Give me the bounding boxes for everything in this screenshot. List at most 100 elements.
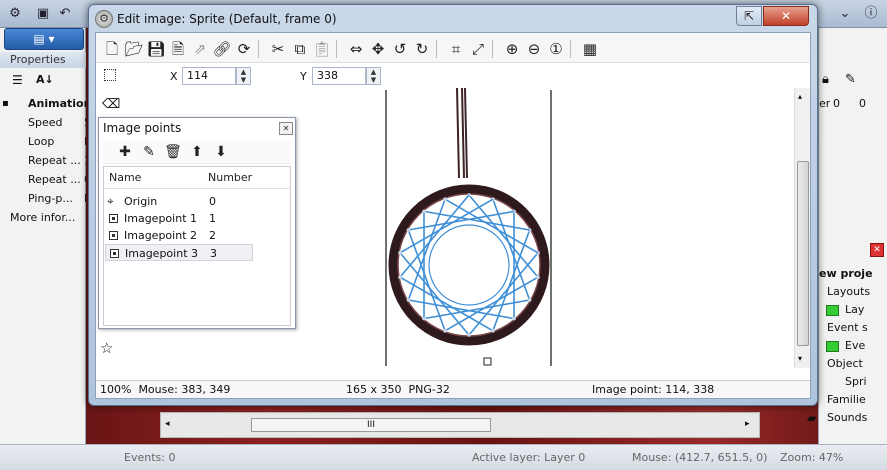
list-item[interactable]: Imagepoint 3 3: [105, 244, 253, 261]
scroll-left-icon[interactable]: ◂: [165, 419, 170, 429]
list-item[interactable]: Imagepoint 2 2: [105, 227, 253, 244]
scroll-thumb[interactable]: [797, 161, 809, 346]
crop-icon[interactable]: ⌗: [446, 39, 466, 59]
chevron-down-icon[interactable]: ⌄: [836, 5, 854, 23]
layer-value: 0: [833, 97, 840, 110]
scroll-down-icon[interactable]: ▾: [798, 354, 802, 363]
restore-button[interactable]: ⇱: [736, 6, 762, 26]
web-bead: [406, 228, 411, 232]
info-icon[interactable]: ⓘ: [862, 5, 880, 23]
tree-item-layouts[interactable]: Layouts: [827, 285, 870, 298]
x-input[interactable]: 114: [182, 67, 236, 85]
project-header: ew proje: [819, 267, 873, 280]
zoom-in-icon[interactable]: ⊕: [502, 39, 522, 59]
property-value: N: [84, 132, 86, 151]
more-info-label: More infor...: [10, 211, 76, 224]
y-label: Y: [300, 70, 307, 83]
close-icon: ✕: [282, 124, 290, 133]
panel-close-button[interactable]: ✕: [279, 122, 293, 135]
open-folder-icon[interactable]: 📂︎: [124, 39, 144, 59]
flip-vertical-icon[interactable]: ✥: [368, 39, 388, 59]
web-bead: [491, 328, 495, 333]
ide-right-panel: 🔒︎ ✎ er 0 0 ew proje Layouts Lay Event s…: [807, 28, 887, 444]
property-row[interactable]: Repeat ... 1: [0, 151, 86, 170]
refresh-icon[interactable]: ⟳: [234, 39, 254, 59]
layout-menu-button[interactable]: ▤ ▾: [4, 28, 84, 50]
close-button[interactable]: ✕: [763, 6, 809, 26]
y-value: 338: [317, 69, 338, 82]
lock-icon[interactable]: 🔒︎: [822, 72, 829, 87]
status-zoom-mouse: 100% Mouse: 383, 349: [100, 383, 231, 396]
eraser-icon[interactable]: ⌫: [102, 97, 120, 112]
property-row[interactable]: Ping-p... N: [0, 189, 86, 208]
move-up-icon[interactable]: ⬆: [187, 142, 207, 162]
add-point-icon[interactable]: ✚: [115, 142, 135, 162]
property-row[interactable]: Loop N: [0, 132, 86, 151]
web-bead: [527, 298, 532, 302]
pencil-icon[interactable]: ✎: [845, 72, 856, 87]
save-icon[interactable]: 💾︎: [146, 39, 166, 59]
save-icon[interactable]: ▣: [34, 5, 52, 23]
background-grid-icon[interactable]: ▦: [580, 39, 600, 59]
image-canvas[interactable]: [376, 87, 792, 368]
tree-item-object-types[interactable]: Object: [827, 357, 863, 370]
save-as-icon[interactable]: 🗎: [168, 39, 188, 59]
collapse-icon[interactable]: ▪: [2, 94, 9, 113]
delete-point-icon[interactable]: 🗑︎: [163, 142, 183, 162]
list-item[interactable]: Imagepoint 1 1: [105, 210, 253, 227]
property-label: Repeat ...: [28, 173, 81, 186]
property-label: Repeat ...: [28, 154, 81, 167]
resize-icon[interactable]: ⤢: [468, 39, 488, 59]
export-icon[interactable]: ⇗: [190, 39, 210, 59]
property-row[interactable]: Speed 5: [0, 113, 86, 132]
web-bead: [467, 333, 471, 337]
list-item[interactable]: ⌖ Origin 0: [105, 193, 253, 210]
canvas-vertical-scrollbar[interactable]: ▴ ▾: [794, 88, 810, 368]
tree-item-event-sheets[interactable]: Event s: [827, 321, 868, 334]
dreamcatcher-ring: [388, 184, 550, 346]
new-icon[interactable]: 🗋: [102, 39, 122, 59]
tree-item-layout[interactable]: Lay: [845, 303, 864, 316]
layout-horizontal-scrollbar[interactable]: ◂ III ▸: [160, 412, 760, 438]
property-row[interactable]: ▪ Animation: [0, 94, 86, 113]
web-inner-circle: [428, 224, 510, 306]
paste-icon[interactable]: 📋︎: [312, 39, 332, 59]
event-sheet-icon: [826, 341, 839, 352]
properties-toolbar: ☰ A↓: [0, 70, 86, 92]
tree-item-families[interactable]: Familie: [827, 393, 866, 406]
link-icon[interactable]: 🔗︎: [212, 39, 232, 59]
scroll-up-icon[interactable]: ▴: [798, 92, 802, 101]
selection-tool-icon[interactable]: [104, 69, 116, 81]
layout-menu-icon: ▤ ▾: [33, 32, 55, 46]
point-number: 1: [209, 212, 216, 225]
more-info-link[interactable]: More infor...: [0, 208, 86, 227]
zoom-reset-icon[interactable]: ①: [546, 39, 566, 59]
tree-item-sprite[interactable]: Spri: [845, 375, 867, 388]
flip-horizontal-icon[interactable]: ⇔: [346, 39, 366, 59]
tree-item-event-sheet[interactable]: Eve: [845, 339, 865, 352]
layout-icon: [826, 305, 839, 316]
collision-polygon-icon[interactable]: ☆: [100, 339, 113, 357]
rotate-ccw-icon[interactable]: ↺: [390, 39, 410, 59]
undo-icon[interactable]: ↶: [56, 5, 74, 23]
property-row[interactable]: Repeat ... 0: [0, 170, 86, 189]
column-header-number[interactable]: Number: [208, 171, 252, 184]
rotate-cw-icon[interactable]: ↻: [412, 39, 432, 59]
gear-icon[interactable]: ⚙: [6, 5, 24, 23]
copy-icon[interactable]: ⧉: [290, 39, 310, 59]
panel-close-icon[interactable]: ✕: [870, 243, 884, 257]
scroll-right-icon[interactable]: ▸: [745, 419, 750, 429]
edit-point-icon[interactable]: ✎: [139, 142, 159, 162]
y-input[interactable]: 338: [312, 67, 366, 85]
y-spinner[interactable]: ▲ ▼: [366, 67, 381, 85]
column-header-name[interactable]: Name: [109, 171, 141, 184]
tree-item-sounds[interactable]: Sounds: [827, 411, 867, 424]
status-size-format: 165 x 350 PNG-32: [346, 383, 450, 396]
categorize-icon[interactable]: ☰: [12, 73, 23, 87]
move-down-icon[interactable]: ⬇: [211, 142, 231, 162]
scroll-thumb[interactable]: III: [251, 418, 491, 432]
cut-icon[interactable]: ✂: [268, 39, 288, 59]
sort-az-icon[interactable]: A↓: [36, 73, 54, 86]
zoom-out-icon[interactable]: ⊖: [524, 39, 544, 59]
x-spinner[interactable]: ▲ ▼: [236, 67, 251, 85]
